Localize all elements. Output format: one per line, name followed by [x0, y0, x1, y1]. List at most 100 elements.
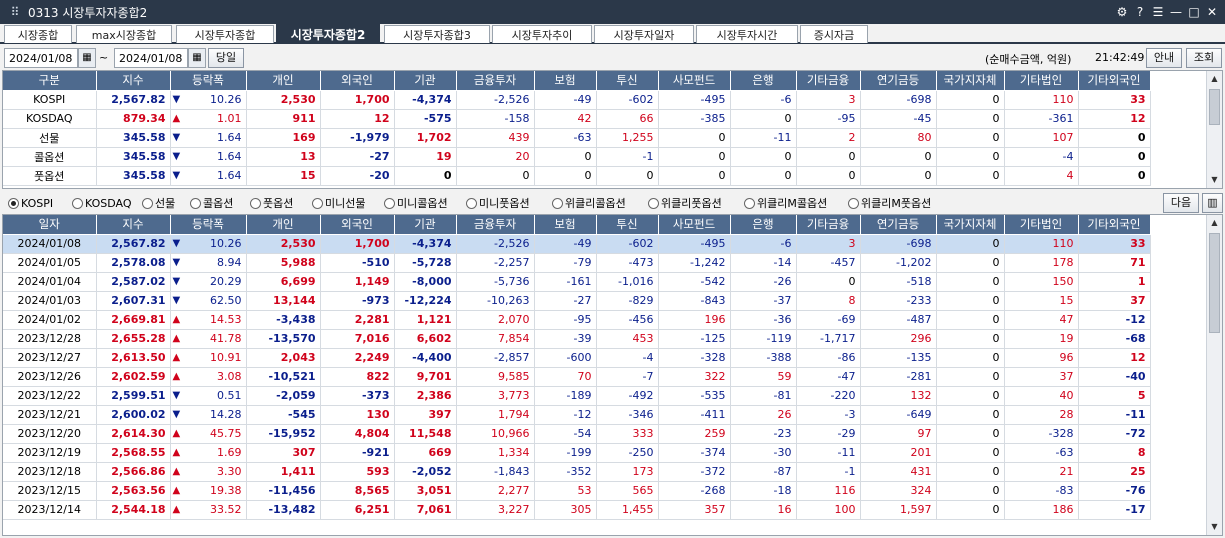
guide-button[interactable]: 안내 [1146, 48, 1182, 68]
radio-1[interactable]: KOSDAQ [72, 195, 132, 211]
daily-scrollbar[interactable]: ▲ ▼ [1206, 215, 1222, 535]
table-row[interactable]: KOSDAQ 879.34 ▲ 1.01 911 12 -575 -158 42 66 -385 0-… [3, 109, 1151, 129]
scroll-up-icon[interactable]: ▲ [1207, 71, 1222, 87]
column-header[interactable]: 연기금등 [860, 215, 937, 235]
scroll-thumb[interactable] [1209, 89, 1220, 125]
table-row[interactable]: 2023/12/20 2,614.30 ▲ 45.75 -15,952 4,804 11,5… [3, 424, 1151, 444]
calendar-icon[interactable]: ▦ [78, 48, 96, 68]
column-header[interactable]: 등락폭 [170, 71, 247, 91]
tab-market-investor-summary-2[interactable]: 시장투자종합2 [276, 24, 380, 44]
table-row[interactable]: 2024/01/05 2,578.08 ▼ 8.94 5,988 -510 -5,728 -2… [3, 253, 1151, 273]
table-row[interactable]: 2023/12/28 2,655.28 ▲ 41.78 -13,570 7,016 6,60… [3, 329, 1151, 349]
table-row[interactable]: 2023/12/19 2,568.55 ▲ 1.69 307 -921 669 1,334 -1… [3, 443, 1151, 463]
table-row[interactable]: 2024/01/04 2,587.02 ▼ 20.29 6,699 1,149 -8,000… [3, 272, 1151, 292]
tab-market-investor-daily[interactable]: 시장투자일자 [594, 25, 694, 43]
column-header[interactable]: 등락폭 [170, 215, 247, 235]
radio-dot-icon[interactable] [552, 197, 563, 209]
help-icon[interactable]: ? [1131, 5, 1149, 19]
tab-market-investor-time[interactable]: 시장투자시간 [696, 25, 798, 43]
table-row[interactable]: 2024/01/03 2,607.31 ▼ 62.50 13,144 -973 -12,22… [3, 291, 1151, 311]
radio-7[interactable]: 미니풋옵션 [466, 195, 530, 211]
table-row[interactable]: 2023/12/27 2,613.50 ▲ 10.91 2,043 2,249 -4,400… [3, 348, 1151, 368]
column-header[interactable]: 보험 [534, 71, 597, 91]
table-row[interactable]: 2023/12/18 2,566.86 ▲ 3.30 1,411 593 -2,052 -1,… [3, 462, 1151, 482]
column-header[interactable]: 기타외국인 [1078, 215, 1151, 235]
minimize-icon[interactable]: — [1167, 5, 1185, 19]
column-header[interactable]: 외국인 [320, 215, 395, 235]
column-header[interactable]: 국가지자체 [936, 215, 1005, 235]
radio-11[interactable]: 위클리M풋옵션 [848, 195, 931, 211]
column-header[interactable]: 은행 [730, 71, 797, 91]
radio-dot-icon[interactable] [848, 197, 859, 209]
radio-6[interactable]: 미니콜옵션 [384, 195, 448, 211]
table-row[interactable]: 2023/12/22 2,599.51 ▼ 0.51 -2,059 -373 2,386 3,… [3, 386, 1151, 406]
table-row[interactable]: 2023/12/21 2,600.02 ▼ 14.28 -545 130 397 1,794-… [3, 405, 1151, 425]
radio-dot-icon[interactable] [384, 197, 395, 209]
radio-9[interactable]: 위클리풋옵션 [648, 195, 722, 211]
summary-scrollbar[interactable]: ▲ ▼ [1206, 71, 1222, 188]
column-header[interactable]: 보험 [534, 215, 597, 235]
column-header[interactable]: 기관 [394, 71, 457, 91]
today-button[interactable]: 당일 [208, 48, 244, 68]
radio-dot-icon[interactable] [72, 197, 83, 209]
radio-10[interactable]: 위클리M콜옵션 [744, 195, 827, 211]
column-header[interactable]: 기타법인 [1004, 71, 1079, 91]
radio-dot-icon[interactable] [190, 197, 201, 209]
table-row[interactable]: 2023/12/26 2,602.59 ▲ 3.08 -10,521 822 9,701 9,… [3, 367, 1151, 387]
column-header[interactable]: 사모펀드 [658, 71, 731, 91]
column-header[interactable]: 사모펀드 [658, 215, 731, 235]
radio-dot-icon[interactable] [648, 197, 659, 209]
tab-market-investor-trend[interactable]: 시장투자추이 [492, 25, 592, 43]
radio-8[interactable]: 위클리콜옵션 [552, 195, 626, 211]
next-button[interactable]: 다음 [1163, 193, 1199, 213]
column-header[interactable]: 금융투자 [456, 215, 535, 235]
column-header[interactable]: 개인 [246, 215, 321, 235]
query-button[interactable]: 조회 [1186, 48, 1222, 68]
date-from-input[interactable]: 2024/01/08 [4, 48, 78, 68]
column-header[interactable]: 외국인 [320, 71, 395, 91]
radio-3[interactable]: 콜옵션 [190, 195, 233, 211]
scroll-down-icon[interactable]: ▼ [1207, 172, 1222, 188]
bar-chart-icon[interactable]: ▥ [1202, 193, 1223, 213]
radio-0[interactable]: KOSPI [8, 195, 53, 211]
column-header[interactable]: 국가지자체 [936, 71, 1005, 91]
column-header[interactable]: 기타법인 [1004, 215, 1079, 235]
table-row[interactable]: 2024/01/02 2,669.81 ▲ 14.53 -3,438 2,281 1,121… [3, 310, 1151, 330]
scroll-up-icon[interactable]: ▲ [1207, 215, 1222, 231]
close-icon[interactable]: ✕ [1203, 5, 1221, 19]
radio-2[interactable]: 선물 [142, 195, 175, 211]
table-row[interactable]: KOSPI 2,567.82 ▼ 10.26 2,530 1,700 -4,374 -2,52… [3, 90, 1151, 110]
tab-market-funds[interactable]: 증시자금 [800, 25, 868, 43]
scroll-thumb[interactable] [1209, 233, 1220, 333]
column-header[interactable]: 은행 [730, 215, 797, 235]
tab-max-market-summary[interactable]: max시장종합 [76, 25, 172, 43]
radio-dot-icon[interactable] [744, 197, 755, 209]
table-row[interactable]: 선물 345.58 ▼ 1.64 169 -1,979 1,702 439 -63 1,255 0-… [3, 128, 1151, 148]
column-header[interactable]: 기타외국인 [1078, 71, 1151, 91]
radio-dot-icon[interactable] [312, 197, 323, 209]
column-header[interactable]: 기타금융 [796, 215, 861, 235]
tab-market-investor-summary-3[interactable]: 시장투자종합3 [384, 25, 490, 43]
column-header[interactable]: 투신 [596, 215, 659, 235]
date-to-input[interactable]: 2024/01/08 [114, 48, 188, 68]
menu-icon[interactable]: ☰ [1149, 5, 1167, 19]
radio-dot-icon[interactable] [466, 197, 477, 209]
column-header[interactable]: 구분 [3, 71, 97, 91]
grid-icon[interactable]: ⠿ [6, 5, 24, 19]
radio-dot-icon[interactable] [250, 197, 261, 209]
table-row[interactable]: 2023/12/15 2,563.56 ▲ 19.38 -11,456 8,565 3,05… [3, 481, 1151, 501]
radio-5[interactable]: 미니선물 [312, 195, 365, 211]
column-header[interactable]: 기관 [394, 215, 457, 235]
calendar-icon[interactable]: ▦ [188, 48, 206, 68]
column-header[interactable]: 투신 [596, 71, 659, 91]
table-row[interactable]: 콜옵션 345.58 ▼ 1.64 13 -27 19 20 0 -1 0 0 0 0 0 -4 0 [3, 147, 1151, 167]
scroll-down-icon[interactable]: ▼ [1207, 519, 1222, 535]
column-header[interactable]: 기타금융 [796, 71, 861, 91]
table-row[interactable]: 풋옵션 345.58 ▼ 1.64 15 -20 0 0 0 0 0 0 0 0 0 4 0 [3, 166, 1151, 186]
tab-market-investor-summary[interactable]: 시장투자종합 [176, 25, 274, 43]
radio-dot-icon[interactable] [8, 197, 19, 209]
table-row[interactable]: 2023/12/14 2,544.18 ▲ 33.52 -13,482 6,251 7,06… [3, 500, 1151, 520]
radio-dot-icon[interactable] [142, 197, 153, 209]
table-row[interactable]: 2024/01/08 2,567.82 ▼ 10.26 2,530 1,700 -4,374… [3, 234, 1151, 254]
maximize-icon[interactable]: □ [1185, 5, 1203, 19]
